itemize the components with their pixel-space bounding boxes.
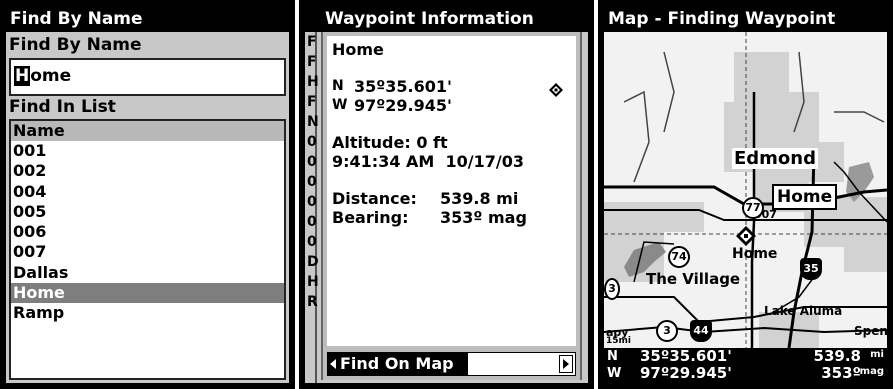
text-cursor: H	[14, 66, 31, 86]
arrow-right-icon[interactable]	[559, 355, 573, 373]
bearing-row: Bearing: 353º mag	[332, 208, 571, 227]
home-waypoint-label: Home	[732, 246, 778, 262]
waypoint-info-body: Home N 35º35.601' W 97º29.945' Altitude:…	[327, 36, 576, 346]
distance-row: Distance: 539.8 mi	[332, 189, 571, 208]
background-letter: R	[307, 294, 318, 310]
list-item[interactable]: 004	[11, 182, 284, 202]
status-longitude-label: W	[607, 366, 622, 381]
list-item[interactable]: 007	[11, 242, 284, 262]
longitude-label: W	[332, 97, 348, 113]
distance-label: Distance:	[332, 189, 417, 208]
find-in-list-label: Find In List	[6, 96, 289, 118]
us-77-shield-icon: 77	[742, 197, 764, 219]
spencer-label: Spen	[854, 324, 887, 338]
map-status-bar: N 35º35.601' 539.8 mi W 97º29.945' 353º …	[604, 348, 887, 383]
map-panel: Map - Finding Waypoint Edmond Home Home …	[598, 0, 893, 389]
map-screen: Map - Finding Waypoint Edmond Home Home …	[604, 6, 887, 383]
background-letter: 0	[307, 214, 317, 230]
timestamp-text: 9:41:34 AM 10/17/03	[332, 152, 524, 171]
waypoint-information-title: Waypoint Information	[305, 6, 588, 32]
route-3-shield-icon: 3	[604, 278, 620, 300]
route-74-shield-icon: 74	[668, 246, 690, 268]
background-letter: 0	[307, 154, 317, 170]
find-by-name-label: Find By Name	[6, 34, 289, 56]
background-letter: H	[307, 74, 319, 90]
background-letter: H	[307, 274, 319, 290]
longitude-value: 97º29.945'	[354, 96, 452, 115]
find-by-name-screen: Find By Name Find By Name Home Find In L…	[6, 6, 289, 383]
bearing-value: 353º mag	[440, 208, 527, 227]
waypoint-list[interactable]: Name 001 002 004 005 006 007 Dallas Home…	[9, 119, 286, 380]
background-letter: 0	[307, 174, 317, 190]
map-scale: 15mi	[606, 336, 631, 346]
lake-aluma-label: Lake Aluma	[764, 304, 843, 318]
background-letter: N	[307, 114, 319, 130]
map-view[interactable]: Edmond Home Home 007 The Village Lake Al…	[604, 32, 887, 348]
waypoint-information-screen: Waypoint Information F F H F N 0 0 0 0 0…	[305, 6, 588, 383]
latitude-row: N 35º35.601'	[332, 77, 571, 96]
status-longitude-value: 97º29.945'	[640, 364, 732, 382]
list-item[interactable]: Ramp	[11, 303, 284, 323]
waypoint-diamond-icon	[549, 83, 563, 97]
background-letter: D	[307, 254, 319, 270]
status-distance-unit: mi	[870, 349, 884, 360]
list-header-name: Name	[11, 121, 284, 141]
find-by-name-panel: Find By Name Find By Name Home Find In L…	[0, 0, 295, 389]
background-list-edge: F F H F N 0 0 0 0 0 0 D H R	[305, 32, 319, 383]
route-3-shield-icon: 3	[656, 320, 678, 342]
background-letter: 0	[307, 234, 317, 250]
background-letter: F	[307, 54, 317, 70]
list-item[interactable]: 001	[11, 141, 284, 161]
distance-value: 539.8 mi	[440, 189, 519, 208]
find-by-name-title: Find By Name	[6, 6, 289, 32]
background-letter: 0	[307, 134, 317, 150]
background-letter: F	[307, 94, 317, 110]
list-item[interactable]: 006	[11, 222, 284, 242]
altitude-text: Altitude: 0 ft	[332, 133, 448, 152]
waypoint-name: Home	[332, 40, 384, 59]
list-item[interactable]: 005	[11, 202, 284, 222]
status-latitude-label: N	[607, 349, 618, 364]
status-bearing-value: 353º	[821, 364, 861, 382]
status-row-longitude: W 97º29.945' 353º mag	[604, 365, 887, 382]
longitude-row: W 97º29.945'	[332, 96, 571, 115]
map-title: Map - Finding Waypoint	[604, 6, 887, 32]
find-on-map-button[interactable]: Find On Map	[328, 353, 468, 375]
list-item-selected[interactable]: Home	[11, 283, 284, 304]
interstate-44-shield-icon: 44	[690, 320, 712, 342]
arrow-left-icon	[330, 359, 336, 369]
find-on-map-label: Find On Map	[340, 354, 454, 373]
waypoint-information-panel: Waypoint Information F F H F N 0 0 0 0 0…	[299, 0, 594, 389]
status-row-latitude: N 35º35.601' 539.8 mi	[604, 348, 887, 365]
name-search-input[interactable]: Home	[9, 58, 286, 96]
latitude-value: 35º35.601'	[354, 77, 452, 96]
background-letter: F	[307, 34, 317, 50]
dialog-button-bar: Find On Map	[327, 352, 576, 376]
map-graphics	[604, 32, 887, 348]
edmond-label: Edmond	[732, 148, 819, 169]
waypoint-info-dialog: Home N 35º35.601' W 97º29.945' Altitude:…	[321, 32, 582, 380]
home-callout: Home	[772, 184, 838, 210]
list-item[interactable]: 002	[11, 161, 284, 181]
status-latitude-value: 35º35.601'	[640, 347, 732, 365]
name-input-text: ome	[30, 66, 72, 86]
the-village-label: The Village	[646, 270, 741, 288]
bearing-label: Bearing:	[332, 208, 409, 227]
list-item[interactable]: Dallas	[11, 263, 284, 283]
status-bearing-unit: mag	[859, 366, 884, 377]
interstate-35-shield-icon: 35	[800, 258, 822, 280]
status-distance-value: 539.8	[813, 347, 861, 365]
latitude-label: N	[332, 78, 344, 94]
background-letter: 0	[307, 194, 317, 210]
